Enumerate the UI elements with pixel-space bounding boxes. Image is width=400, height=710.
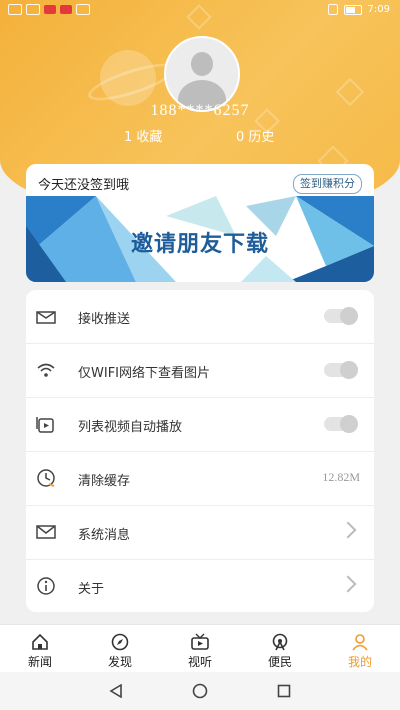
home-icon bbox=[0, 625, 80, 653]
clock-clean-icon bbox=[36, 468, 56, 488]
autoplay-label: 列表视频自动播放 bbox=[78, 420, 183, 435]
chevron-right-icon bbox=[339, 521, 357, 539]
autoplay-row[interactable]: 列表视频自动播放 bbox=[26, 398, 374, 452]
tab-discover[interactable]: 发现 bbox=[80, 625, 160, 673]
service-icon bbox=[240, 625, 320, 653]
image-notification-icon bbox=[76, 4, 90, 15]
push-label: 接收推送 bbox=[78, 312, 131, 327]
sim-icon bbox=[8, 4, 22, 15]
system-nav-bar bbox=[0, 672, 400, 710]
invite-banner[interactable]: 邀请朋友下载 bbox=[26, 196, 374, 282]
tab-video[interactable]: 视听 bbox=[160, 625, 240, 673]
user-phone: 188****6257 bbox=[150, 102, 250, 119]
tab-mine-label: 我的 bbox=[347, 655, 372, 669]
messages-row[interactable]: 系统消息 bbox=[26, 506, 374, 560]
status-time: 7:09 bbox=[367, 4, 390, 15]
favorites-link[interactable]: 1 收藏 bbox=[124, 126, 162, 145]
history-link[interactable]: 0 历史 bbox=[236, 126, 274, 145]
tab-news-label: 新闻 bbox=[27, 655, 52, 669]
tab-service-label: 便民 bbox=[267, 655, 292, 669]
signin-button[interactable]: 签到赚积分 bbox=[293, 174, 362, 194]
mail-icon bbox=[36, 522, 56, 542]
avatar[interactable] bbox=[164, 36, 240, 112]
bottom-tab-bar: 新闻 发现 视听 便民 我的 bbox=[0, 624, 400, 673]
app-notification-icon bbox=[44, 5, 56, 14]
clear-cache-label: 清除缓存 bbox=[78, 474, 131, 489]
tab-news[interactable]: 新闻 bbox=[0, 625, 80, 673]
cache-size: 12.82M bbox=[322, 470, 360, 484]
settings-list: 接收推送 仅WIFI网络下查看图片 列表视频自动播放 清除缓存 12.82M 系… bbox=[26, 290, 374, 612]
push-setting-row[interactable]: 接收推送 bbox=[26, 290, 374, 344]
tab-discover-label: 发现 bbox=[107, 655, 132, 669]
person-icon bbox=[320, 625, 400, 653]
vibrate-icon bbox=[327, 4, 338, 15]
app-notification-icon-2 bbox=[60, 5, 72, 14]
tab-video-label: 视听 bbox=[187, 655, 212, 669]
tab-mine[interactable]: 我的 bbox=[320, 625, 400, 673]
tab-service[interactable]: 便民 bbox=[240, 625, 320, 673]
clear-cache-row[interactable]: 清除缓存 12.82M bbox=[26, 452, 374, 506]
about-row[interactable]: 关于 bbox=[26, 560, 374, 613]
back-icon[interactable] bbox=[96, 672, 136, 710]
wifi-status-icon bbox=[26, 4, 40, 15]
home-circle-icon[interactable] bbox=[180, 672, 220, 710]
signin-card: 今天还没签到哦 签到赚积分 邀请朋友下载 bbox=[26, 164, 374, 282]
banner-title: 邀请朋友下载 bbox=[130, 232, 269, 257]
wifi-images-toggle[interactable] bbox=[324, 361, 358, 379]
info-icon bbox=[36, 576, 56, 596]
messages-label: 系统消息 bbox=[78, 528, 131, 543]
autoplay-toggle[interactable] bbox=[324, 415, 358, 433]
signin-status: 今天还没签到哦 bbox=[38, 178, 130, 193]
envelope-open-icon bbox=[36, 306, 56, 326]
battery-icon bbox=[343, 4, 362, 15]
recent-apps-icon[interactable] bbox=[264, 672, 304, 710]
wifi-images-row[interactable]: 仅WIFI网络下查看图片 bbox=[26, 344, 374, 398]
wifi-images-label: 仅WIFI网络下查看图片 bbox=[78, 366, 210, 381]
compass-icon bbox=[80, 625, 160, 653]
chevron-right-icon bbox=[339, 575, 357, 593]
push-toggle[interactable] bbox=[324, 307, 358, 325]
planet-decoration bbox=[100, 50, 156, 106]
wifi-icon bbox=[36, 360, 56, 380]
video-icon bbox=[160, 625, 240, 653]
video-play-icon bbox=[36, 414, 56, 434]
about-label: 关于 bbox=[78, 582, 105, 597]
